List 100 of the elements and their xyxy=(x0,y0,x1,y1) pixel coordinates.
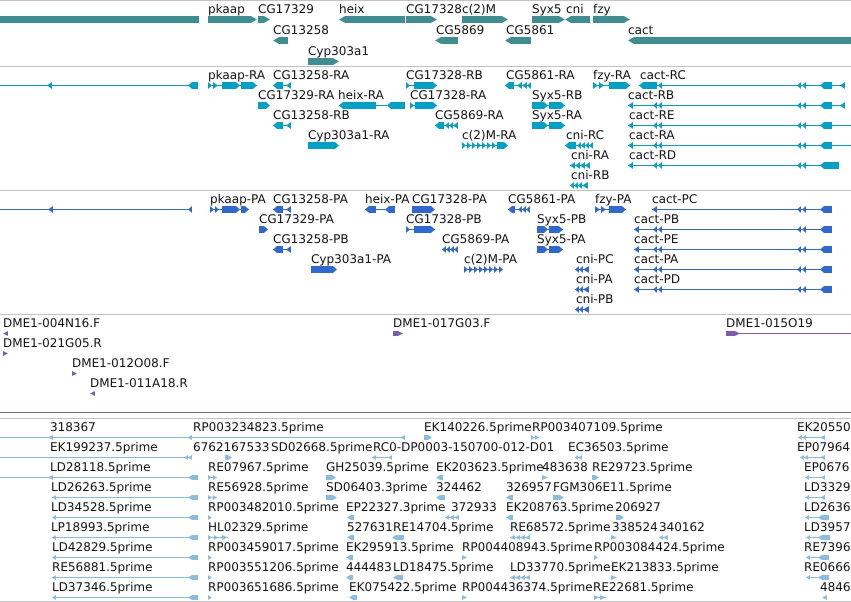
transcript-label: cact-RE xyxy=(629,109,675,122)
transcript-label: Cyp303a1-RA xyxy=(308,129,390,142)
transcript-label: CG13258-RB xyxy=(273,109,350,122)
protein-label: CG17328-PA xyxy=(412,193,487,206)
protein-label: CG13258-PA xyxy=(273,193,348,206)
gene-label: Syx5 xyxy=(532,3,562,16)
transcript-label: fzy-RA xyxy=(593,69,631,82)
est-label: EP07964 xyxy=(797,441,850,454)
clone-label: DME1-017G03.F xyxy=(393,317,490,330)
est-label: EK075422.5prime xyxy=(349,581,457,594)
est-label: EK213833.5prime xyxy=(611,561,719,574)
protein-label: CG17329-PA xyxy=(259,213,334,226)
est-label: LD18475.5prime xyxy=(393,561,494,574)
clone-label: DME1-004N16.F xyxy=(3,317,100,330)
gene-label: cni xyxy=(566,3,584,16)
est-label: LD3957 xyxy=(804,521,850,534)
est-label: LD28118.5prime xyxy=(50,461,151,474)
clone-label: DME1-012O08.F xyxy=(72,357,170,370)
gene-label: c(2)M xyxy=(462,3,496,16)
est-label: 324462 xyxy=(436,481,482,494)
est-label: RE14704.5prime xyxy=(393,521,494,534)
est-label: LD34528.5prime xyxy=(51,501,152,514)
gene-label: fzy xyxy=(593,3,611,16)
est-label: RE0666 xyxy=(804,561,850,574)
est-label: 338524 xyxy=(612,521,658,534)
transcript-label: CG17328-RA xyxy=(410,89,486,102)
transcript-label: pkaap-RA xyxy=(208,69,266,82)
transcript-label: cni-RA xyxy=(571,149,609,162)
protein-label: cact-PE xyxy=(634,233,678,246)
transcript-label: CG17329-RA xyxy=(258,89,334,102)
protein-label: Cyp303a1-PA xyxy=(311,253,391,266)
gene-label: CG17328 xyxy=(406,3,462,16)
transcript-label: cni-RB xyxy=(571,169,610,182)
est-label: EK295913.5prime xyxy=(346,541,454,554)
clone-label: DME1-021G05.R xyxy=(3,337,102,350)
est-label: 206927 xyxy=(615,501,661,514)
transcript-label: cact-RD xyxy=(629,149,676,162)
est-label: 340162 xyxy=(659,521,705,534)
est-label: RP003459017.5prime xyxy=(208,541,339,554)
protein-label: CG13258-PB xyxy=(273,233,349,246)
transcript-label: CG13258-RA xyxy=(273,69,350,82)
est-label: 6762167533 xyxy=(193,441,270,454)
est-label: RP004408943.5prime xyxy=(462,541,593,554)
est-label: RE56928.5prime xyxy=(208,481,308,494)
protein-label: CG17328-PB xyxy=(406,213,482,226)
protein-label: cni-PA xyxy=(576,273,613,286)
est-label: RP003234823.5prime xyxy=(193,421,324,434)
est-label: RE29723.5prime xyxy=(592,461,692,474)
est-label: LD26263.5prime xyxy=(51,481,152,494)
est-label: RC0-DP0003-150700-012-D01 xyxy=(373,441,554,454)
est-label: EK199237.5prime xyxy=(50,441,158,454)
est-label: RP003651686.5prime xyxy=(208,581,339,594)
est-label: FGM306E11.5prime xyxy=(553,481,672,494)
est-label: 483638 xyxy=(542,461,588,474)
transcript-label: heix-RA xyxy=(338,89,384,102)
protein-label: cni-PB xyxy=(576,293,614,306)
est-label: RP003482010.5prime xyxy=(208,501,339,514)
gene-label: CG5869 xyxy=(436,24,484,37)
transcript-label: cni-RC xyxy=(566,129,604,142)
est-label: LP18993.5prime xyxy=(51,521,150,534)
protein-label: CG5869-PA xyxy=(442,233,510,246)
protein-label: fzy-PA xyxy=(595,193,632,206)
transcript-label: cact-RA xyxy=(629,129,675,142)
est-label: 444483 xyxy=(346,561,392,574)
protein-label: pkaap-PA xyxy=(210,193,266,206)
est-label: RE7396 xyxy=(804,541,850,554)
est-label: EK140226.5prime xyxy=(424,421,532,434)
gene-label: CG5861 xyxy=(506,24,554,37)
transcript-label: c(2)M-RA xyxy=(462,129,516,142)
protein-label: Syx5-PA xyxy=(537,233,586,246)
est-label: RE07967.5prime xyxy=(208,461,308,474)
protein-label: cni-PC xyxy=(576,253,614,266)
est-label: RP004436374.5prime xyxy=(462,581,593,594)
transcript-label: CG5861-RA xyxy=(506,69,575,82)
est-label: EK20550 xyxy=(797,421,851,434)
est-label: RE56881.5prime xyxy=(52,561,152,574)
est-label: RP003084424.5prime xyxy=(594,541,725,554)
est-label: LD3329 xyxy=(804,481,850,494)
protein-label: cact-PC xyxy=(652,193,698,206)
protein-label: cact-PD xyxy=(634,273,680,286)
est-label: RP003551206.5prime xyxy=(208,561,339,574)
est-label: 527631 xyxy=(347,521,393,534)
protein-label: c(2)M-PA xyxy=(464,253,517,266)
gene-label: CG17329 xyxy=(258,3,314,16)
est-label: 4846 xyxy=(820,581,851,594)
protein-label: CG5861-PA xyxy=(508,193,576,206)
est-label: LD33770.5prime xyxy=(510,561,611,574)
est-label: RE22681.5prime xyxy=(593,581,694,594)
est-label: SD02668.5prime xyxy=(271,441,372,454)
est-label: LD37346.5prime xyxy=(52,581,153,594)
protein-label: cact-PA xyxy=(634,253,678,266)
est-label: RE68572.5prime xyxy=(510,521,610,534)
protein-label: heix-PA xyxy=(365,193,410,206)
est-label: RP003407109.5prime xyxy=(532,421,663,434)
gene-label: pkaap xyxy=(208,3,245,16)
clone-label: DME1-015O19 xyxy=(726,317,813,330)
est-label: 318367 xyxy=(50,421,96,434)
est-label: HL02329.5prime xyxy=(208,521,308,534)
transcript-label: cact-RC xyxy=(640,69,686,82)
est-label: EK203623.5prime xyxy=(436,461,544,474)
